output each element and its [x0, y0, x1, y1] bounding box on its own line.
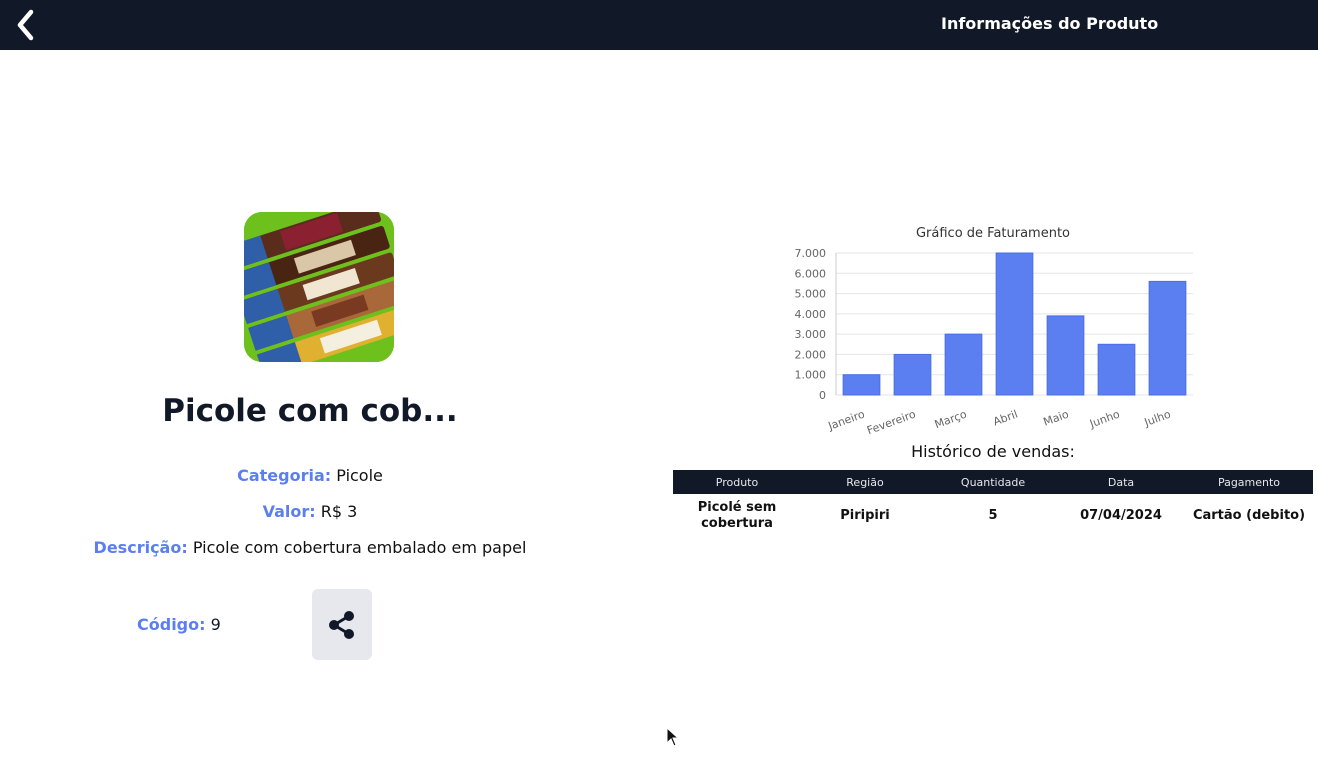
description-value: Picole com cobertura embalado em papel: [192, 538, 527, 557]
cell-regiao: Piripiri: [840, 508, 890, 523]
sales-history-table: Produto Região Quantidade Data Pagamento…: [673, 470, 1313, 538]
column-header-produto: Produto: [673, 470, 801, 494]
chart-bar: [842, 374, 881, 396]
value-label: Valor:: [262, 502, 316, 521]
y-tick-label: 2.000: [795, 348, 827, 361]
cell-pagamento: Cartão (debito): [1192, 508, 1306, 523]
y-tick-label: 6.000: [795, 267, 827, 280]
product-image: [244, 212, 394, 362]
description-label: Descrição:: [93, 538, 188, 557]
y-tick-label: 3.000: [795, 328, 827, 341]
sales-history-title: Histórico de vendas:: [911, 442, 1075, 461]
share-button[interactable]: [312, 589, 372, 660]
revenue-chart-svg: Gráfico de Faturamento 0 1.000 2.000 3.000 4…: [795, 226, 1193, 438]
x-tick-label: Março: [933, 408, 969, 432]
x-tick-label: Junho: [1087, 408, 1122, 431]
column-header-pagamento: Pagamento: [1185, 470, 1313, 494]
code-value: 9: [210, 615, 221, 634]
chart-title: Gráfico de Faturamento: [916, 226, 1070, 241]
chart-bar: [1148, 280, 1187, 396]
y-tick-label: 5.000: [795, 288, 827, 301]
y-tick-label: 1.000: [795, 369, 827, 382]
column-header-regiao: Região: [801, 470, 929, 494]
value-row: Valor: R$ 3: [60, 502, 560, 521]
y-tick-label: 4.000: [795, 308, 827, 321]
chart-bar: [995, 252, 1034, 396]
value-value: R$ 3: [320, 502, 358, 521]
product-name: Picole com cob...: [162, 393, 458, 429]
x-tick-label: Abril: [991, 408, 1019, 429]
x-tick-label: Janeiro: [826, 408, 867, 434]
cell-quantidade: 5: [988, 508, 998, 523]
x-tick-label: Maio: [1042, 408, 1071, 429]
category-row: Categoria: Picole: [60, 466, 560, 485]
chart-bar: [893, 353, 932, 396]
top-bar: Informações do Produto: [0, 0, 1318, 50]
table-row: Picolé sem cobertura Piripiri 5 07/04/20…: [673, 494, 1313, 538]
mouse-cursor-icon: [666, 727, 680, 747]
description-row: Descrição: Picole com cobertura embalado…: [60, 538, 560, 557]
chart-bar: [944, 333, 983, 396]
code-row: Código: 9: [137, 615, 221, 634]
chevron-left-icon: [17, 9, 34, 41]
y-tick-label: 0: [819, 389, 826, 402]
y-tick-label: 7.000: [795, 247, 827, 260]
share-icon: [329, 610, 354, 639]
cell-produto: Picolé sem cobertura: [697, 500, 777, 531]
category-value: Picole: [336, 466, 383, 485]
x-tick-label: Julho: [1142, 408, 1173, 430]
cell-data: 07/04/2024: [1080, 508, 1162, 523]
revenue-chart: Gráfico de Faturamento 0 1.000 2.000 3.000 4…: [780, 222, 1200, 444]
back-button[interactable]: [10, 6, 40, 44]
chart-bar: [1046, 315, 1085, 396]
column-header-data: Data: [1057, 470, 1185, 494]
chart-bar: [1097, 343, 1136, 396]
code-label: Código:: [137, 615, 206, 634]
page-title: Informações do Produto: [941, 14, 1159, 33]
table-header-row: Produto Região Quantidade Data Pagamento: [673, 470, 1313, 494]
category-label: Categoria:: [237, 466, 332, 485]
column-header-quantidade: Quantidade: [929, 470, 1057, 494]
x-tick-label: Fevereiro: [865, 408, 918, 438]
